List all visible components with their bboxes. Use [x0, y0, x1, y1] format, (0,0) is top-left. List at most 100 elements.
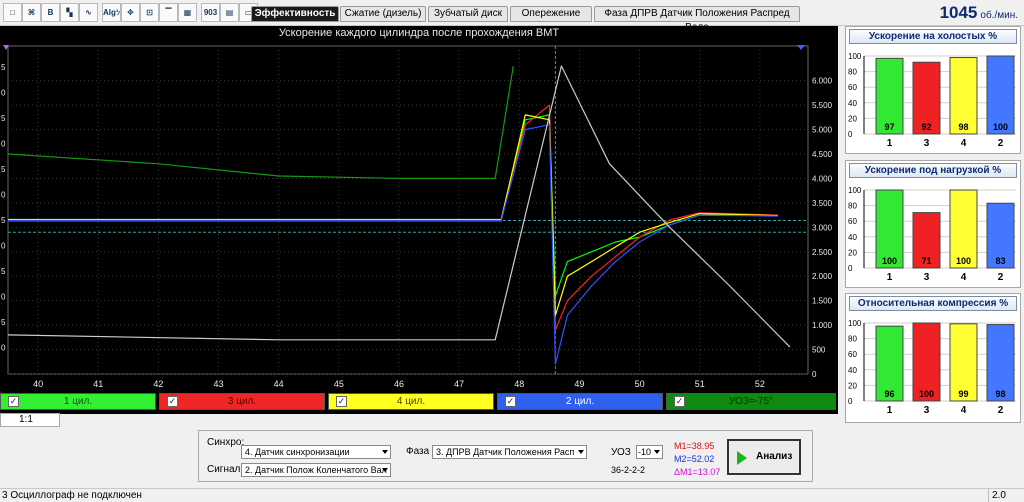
status-bar: 3 Осциллограф не подключен 2.0 — [0, 488, 1024, 502]
panel-tick-label: 20 — [848, 381, 857, 390]
legend-item-5[interactable]: ✓ УОЗ=-75° — [666, 393, 836, 410]
sync-select[interactable]: 4. Датчик синхронизации — [241, 445, 391, 459]
x-tick-label: 42 — [153, 379, 163, 389]
checkbox-icon[interactable]: ✓ — [8, 396, 19, 407]
bar-value-label: 98 — [995, 389, 1005, 399]
checkbox-icon[interactable]: ✓ — [505, 396, 516, 407]
bar-value-label: 99 — [958, 389, 968, 399]
x-tick-label: 49 — [574, 379, 584, 389]
phase-select-value: 3. ДПРВ Датчик Положения Расп — [436, 447, 575, 457]
icon-5[interactable]: ∿ — [79, 3, 98, 22]
panel-tick-label: 20 — [848, 114, 857, 123]
panel-title: Ускорение на холостых % — [849, 29, 1017, 44]
tab-4[interactable]: Опережение — [510, 6, 592, 22]
x-tick-label: 50 — [635, 379, 645, 389]
rpm-value: 1045 — [939, 3, 978, 22]
tab-2[interactable]: Сжатие (дизель) — [340, 6, 426, 22]
icon-6[interactable]: Alg½ — [102, 3, 121, 22]
tab-1[interactable]: Эффективность — [251, 6, 339, 22]
uoz-value: -10 — [638, 447, 652, 457]
signal-select-value: 2. Датчик Полож Коленчатого Вал — [245, 465, 387, 475]
y-left-tick-label: 0 — [1, 293, 6, 302]
analyze-button[interactable]: Анализ — [727, 439, 801, 475]
bar-category-label: 1 — [887, 138, 893, 149]
icon-11[interactable]: 903 — [201, 3, 220, 22]
icon-12[interactable]: ▤ — [220, 3, 239, 22]
legend-item-4[interactable]: ✓ 2 цил. — [497, 393, 663, 410]
marker-delta: ΔM1=13.07 — [674, 467, 721, 477]
y-left-tick-label: 5 — [1, 318, 6, 327]
bar-category-label: 1 — [887, 272, 893, 283]
y-left-tick-label: 5 — [1, 267, 6, 276]
bar-category-label: 2 — [998, 138, 1004, 149]
bar-category-label: 4 — [961, 138, 967, 149]
legend-item-2[interactable]: ✓ 3 цил. — [159, 393, 325, 410]
y-left-tick-label: 5 — [1, 114, 6, 123]
uoz-input[interactable]: -10 — [636, 445, 663, 459]
y-right-tick-label: 2.000 — [812, 272, 833, 281]
panel-title: Относительная компрессия % — [849, 296, 1017, 311]
chevron-down-icon — [578, 450, 584, 454]
bar-chart: 100 80 60 40 20 0 96 1 100 3 99 4 98 2 — [848, 319, 1016, 416]
panel-1: Ускорение на холостых % 100 80 60 40 20 0 97 1 92… — [845, 26, 1021, 154]
bar-category-label: 3 — [924, 405, 930, 416]
y-right-tick-label: 500 — [812, 346, 826, 355]
icon-3[interactable]: B — [41, 3, 60, 22]
checkbox-icon[interactable]: ✓ — [336, 396, 347, 407]
legend-item-3[interactable]: ✓ 4 цил. — [328, 393, 494, 410]
panel-tick-label: 0 — [848, 264, 853, 273]
y-right-tick-label: 1.500 — [812, 297, 833, 306]
chart-area[interactable]: 40 41 42 43 44 45 46 47 48 49 50 51 52 6.000 5.500 5.00… — [0, 26, 838, 414]
icon-10[interactable]: ▦ — [178, 3, 197, 22]
y-right-tick-label: 6.000 — [812, 77, 833, 86]
checkbox-icon[interactable]: ✓ — [167, 396, 178, 407]
bar-value-label: 83 — [995, 256, 1005, 266]
panel-tick-label: 100 — [848, 186, 862, 195]
chevron-down-icon — [382, 450, 388, 454]
legend-item-1[interactable]: ✓ 1 цил. — [0, 393, 156, 410]
bar-value-label: 92 — [921, 122, 931, 132]
analyze-label: Анализ — [756, 451, 793, 462]
rpm-readout: 1045 об./мин. — [940, 3, 1018, 23]
icon-1[interactable]: □ — [3, 3, 22, 22]
bar-value-label: 96 — [884, 389, 894, 399]
series-line-5 — [7, 65, 514, 179]
phase-label: Фаза — [406, 446, 430, 457]
y-right-tick-label: 5.000 — [812, 126, 833, 135]
tab-3[interactable]: Зубчатый диск — [428, 6, 508, 22]
controls-panel: Синхро: 4. Датчик синхронизации Сигнал: … — [198, 430, 813, 482]
signal-select[interactable]: 2. Датчик Полож Коленчатого Вал — [241, 463, 391, 477]
checkbox-icon[interactable]: ✓ — [674, 396, 685, 407]
icon-9[interactable]: ▔ — [159, 3, 178, 22]
legend-label: УОЗ=-75° — [728, 396, 774, 407]
pattern-code: 36-2-2-2 — [611, 465, 646, 475]
y-right-tick-label: 3.500 — [812, 199, 833, 208]
icon-7[interactable]: ✥ — [121, 3, 140, 22]
series-line-1 — [8, 114, 778, 297]
icon-4[interactable]: ▚ — [60, 3, 79, 22]
marker-m2: M2=52.02 — [674, 454, 715, 464]
x-tick-label: 48 — [514, 379, 524, 389]
panel-2: Ускорение под нагрузкой % 100 80 60 40 20 0 100… — [845, 160, 1021, 288]
x-tick-label: 41 — [93, 379, 103, 389]
bar-value-label: 97 — [884, 122, 894, 132]
x-tick-label: 52 — [755, 379, 765, 389]
spinner-icon[interactable] — [654, 450, 660, 454]
marker-m2-icon[interactable] — [797, 45, 805, 50]
icon-2[interactable]: ⌘ — [22, 3, 41, 22]
bar-value-label: 71 — [921, 256, 931, 266]
bar-category-label: 4 — [961, 272, 967, 283]
series-line-4 — [8, 124, 778, 365]
panel-tick-label: 80 — [848, 335, 857, 344]
tab-5[interactable]: Фаза ДПРВ Датчик Положения Распред Вала — [594, 6, 800, 33]
main-chart[interactable]: 40 41 42 43 44 45 46 47 48 49 50 51 526.0005.5005.00… — [0, 26, 838, 414]
scale-label[interactable]: 1:1 — [0, 413, 60, 427]
y-left-tick-label: 5 — [1, 63, 6, 72]
legend-label: 1 цил. — [63, 396, 93, 407]
bar-value-label: 100 — [956, 256, 971, 266]
phase-select[interactable]: 3. ДПРВ Датчик Положения Расп — [432, 445, 587, 459]
y-left-tick-label: 5 — [1, 165, 6, 174]
icon-8[interactable]: ⊡ — [140, 3, 159, 22]
signal-label: Сигнал: — [207, 464, 244, 475]
bar-category-label: 2 — [998, 272, 1004, 283]
